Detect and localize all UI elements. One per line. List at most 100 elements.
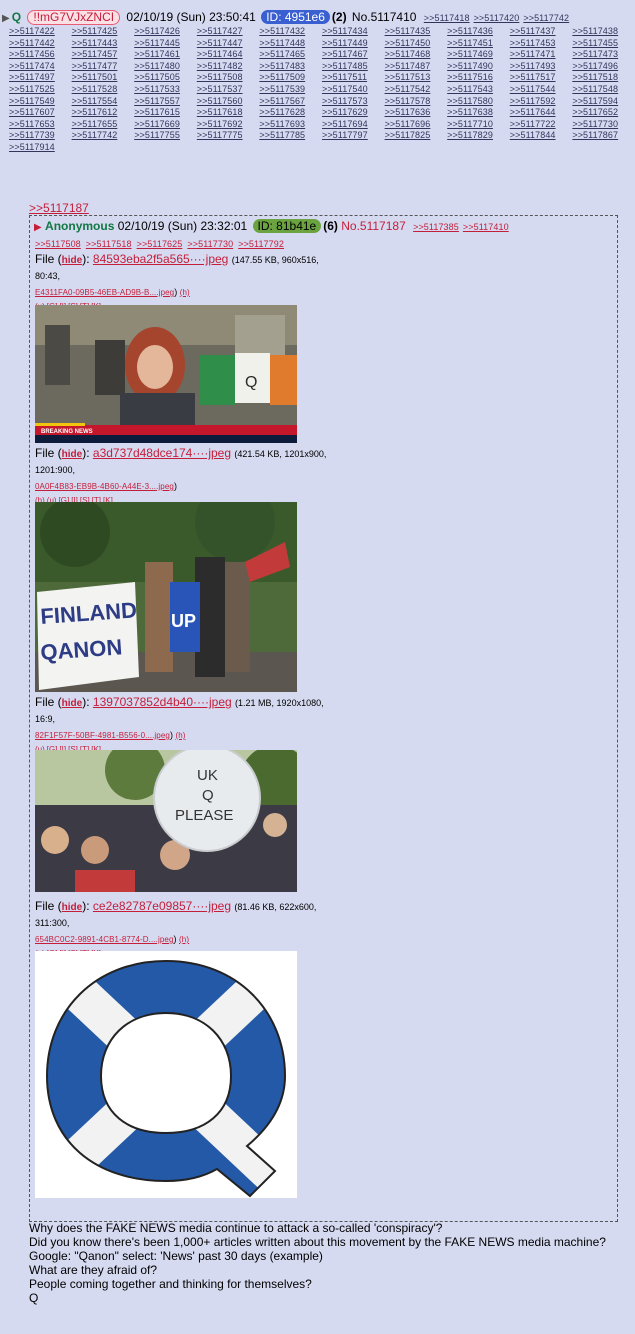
hash-link[interactable]: (h) — [175, 731, 185, 740]
backlink[interactable]: >>5117451 — [447, 38, 510, 47]
hide-link[interactable]: hide — [62, 255, 83, 266]
backlink[interactable]: >>5117730 — [572, 119, 635, 128]
backlink[interactable]: >>5117710 — [447, 119, 510, 128]
backlink[interactable]: >>5117825 — [385, 131, 448, 140]
backlink[interactable]: >>5117442 — [9, 38, 72, 47]
backlink[interactable]: >>5117471 — [510, 50, 573, 59]
backlink[interactable]: >>5117485 — [322, 61, 385, 70]
backlink[interactable]: >>5117418 — [424, 13, 470, 23]
backlink[interactable]: >>5117457 — [72, 50, 135, 59]
backlink[interactable]: >>5117742 — [72, 131, 135, 140]
backlink[interactable]: >>5117694 — [322, 119, 385, 128]
file-name-link[interactable]: 1397037852d4b40····jpeg — [93, 695, 232, 709]
backlink[interactable]: >>5117549 — [9, 96, 72, 105]
backlink[interactable]: >>5117437 — [510, 27, 573, 36]
backlink[interactable]: >>5117490 — [447, 61, 510, 70]
poster-id-badge[interactable]: ID: 81b41e — [252, 219, 322, 233]
backlink[interactable]: >>5117385 — [413, 222, 459, 232]
backlink[interactable]: >>5117445 — [134, 38, 197, 47]
backlink[interactable]: >>5117487 — [385, 61, 448, 70]
backlink[interactable]: >>5117434 — [322, 27, 385, 36]
backlink[interactable]: >>5117629 — [322, 108, 385, 117]
backlink[interactable]: >>5117560 — [197, 96, 260, 105]
backlink[interactable]: >>5117513 — [385, 73, 448, 82]
file-original-name[interactable]: 0A0F4B83-EB9B-4B60-A44E-3....jpeg — [35, 482, 174, 491]
backlink[interactable]: >>5117775 — [197, 131, 260, 140]
poster-id-badge[interactable]: ID: 4951e6 — [261, 10, 330, 24]
backlink[interactable]: >>5117693 — [259, 119, 322, 128]
quote-link[interactable]: >>5117187 — [29, 201, 89, 215]
backlink[interactable]: >>5117755 — [134, 131, 197, 140]
backlink[interactable]: >>5117797 — [322, 131, 385, 140]
backlink[interactable]: >>5117480 — [134, 61, 197, 70]
backlink[interactable]: >>5117517 — [510, 73, 573, 82]
backlink[interactable]: >>5117644 — [510, 108, 573, 117]
image-thumbnail-1[interactable]: Q BREAKING NEWS — [35, 305, 297, 443]
backlink[interactable]: >>5117483 — [259, 61, 322, 70]
hide-link[interactable]: hide — [62, 449, 83, 460]
backlink[interactable]: >>5117615 — [134, 108, 197, 117]
backlink[interactable]: >>5117914 — [9, 142, 72, 151]
backlink[interactable]: >>5117653 — [9, 119, 72, 128]
backlink[interactable]: >>5117453 — [510, 38, 573, 47]
backlink[interactable]: >>5117432 — [259, 27, 322, 36]
backlink[interactable]: >>5117739 — [9, 131, 72, 140]
backlink[interactable]: >>5117435 — [385, 27, 448, 36]
backlink[interactable]: >>5117525 — [9, 84, 72, 93]
backlink[interactable]: >>5117464 — [197, 50, 260, 59]
backlink[interactable]: >>5117427 — [197, 27, 260, 36]
expand-arrow-icon[interactable]: ▶ — [34, 222, 42, 233]
backlink[interactable]: >>5117465 — [259, 50, 322, 59]
backlink[interactable]: >>5117543 — [447, 84, 510, 93]
file-original-name[interactable]: E4311FA0-09B5-46EB-AD9B-B....jpeg — [35, 288, 174, 297]
backlink[interactable]: >>5117628 — [259, 108, 322, 117]
backlink[interactable]: >>5117537 — [197, 84, 260, 93]
backlink[interactable]: >>5117829 — [447, 131, 510, 140]
hide-link[interactable]: hide — [62, 698, 83, 709]
backlink[interactable]: >>5117612 — [72, 108, 135, 117]
backlink[interactable]: >>5117497 — [9, 73, 72, 82]
backlink[interactable]: >>5117436 — [447, 27, 510, 36]
backlink[interactable]: >>5117443 — [72, 38, 135, 47]
backlink[interactable]: >>5117516 — [447, 73, 510, 82]
backlink[interactable]: >>5117652 — [572, 108, 635, 117]
backlink[interactable]: >>5117455 — [572, 38, 635, 47]
backlink[interactable]: >>5117636 — [385, 108, 448, 117]
backlink[interactable]: >>5117493 — [510, 61, 573, 70]
backlink[interactable]: >>5117548 — [572, 84, 635, 93]
backlink[interactable]: >>5117420 — [474, 13, 520, 23]
backlink[interactable]: >>5117425 — [72, 27, 135, 36]
file-name-link[interactable]: a3d737d48dce174····jpeg — [93, 446, 231, 460]
backlink[interactable]: >>5117844 — [510, 131, 573, 140]
backlink[interactable]: >>5117542 — [385, 84, 448, 93]
backlink[interactable]: >>5117501 — [72, 73, 135, 82]
backlink[interactable]: >>5117477 — [72, 61, 135, 70]
backlink[interactable]: >>5117696 — [385, 119, 448, 128]
backlink[interactable]: >>5117730 — [187, 239, 233, 249]
backlink[interactable]: >>5117533 — [134, 84, 197, 93]
backlink[interactable]: >>5117410 — [463, 222, 509, 232]
backlink[interactable]: >>5117505 — [134, 73, 197, 82]
backlink[interactable]: >>5117438 — [572, 27, 635, 36]
file-original-name[interactable]: 654BC0C2-9891-4CB1-8774-D....jpeg — [35, 935, 174, 944]
backlink[interactable]: >>5117792 — [238, 239, 284, 249]
backlink[interactable]: >>5117625 — [137, 239, 183, 249]
file-name-link[interactable]: ce2e82787e09857····jpeg — [93, 899, 231, 913]
backlink[interactable]: >>5117528 — [72, 84, 135, 93]
image-thumbnail-2[interactable]: UP FINLAND QANON — [35, 502, 297, 692]
backlink[interactable]: >>5117618 — [197, 108, 260, 117]
backlink[interactable]: >>5117426 — [134, 27, 197, 36]
backlink[interactable]: >>5117544 — [510, 84, 573, 93]
backlink[interactable]: >>5117567 — [259, 96, 322, 105]
backlink[interactable]: >>5117482 — [197, 61, 260, 70]
post-number[interactable]: No.5117187 — [341, 219, 406, 233]
backlink[interactable]: >>5117508 — [35, 239, 81, 249]
backlink[interactable]: >>5117594 — [572, 96, 635, 105]
backlink[interactable]: >>5117742 — [523, 13, 569, 23]
backlink[interactable]: >>5117467 — [322, 50, 385, 59]
backlink[interactable]: >>5117448 — [259, 38, 322, 47]
backlink[interactable]: >>5117518 — [572, 73, 635, 82]
backlink[interactable]: >>5117496 — [572, 61, 635, 70]
backlink[interactable]: >>5117456 — [9, 50, 72, 59]
hash-link[interactable]: (h) — [180, 288, 190, 297]
